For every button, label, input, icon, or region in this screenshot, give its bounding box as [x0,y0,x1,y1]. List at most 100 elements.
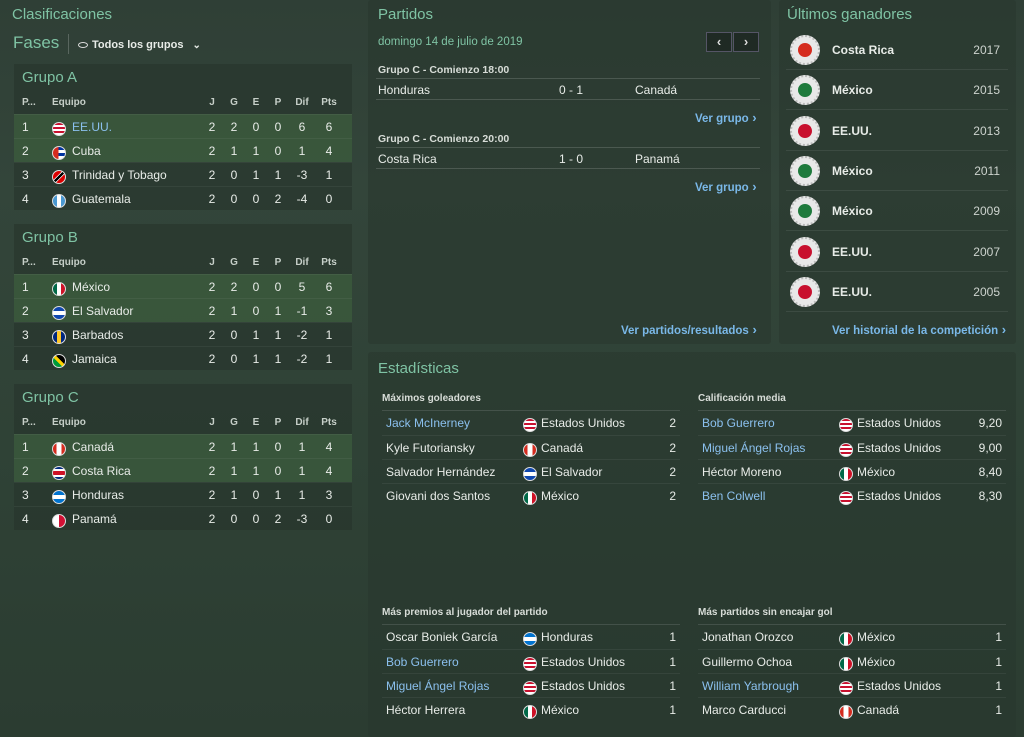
header-e[interactable]: E [246,412,266,434]
prev-date-button[interactable]: ‹ [706,32,732,52]
header-dif[interactable]: Dif [290,92,314,114]
header-e[interactable]: E [246,92,266,114]
table-row[interactable]: 4 Panamá 2 0 0 2 -3 0 [14,506,352,530]
header-p[interactable]: P [268,252,288,274]
match-score[interactable]: 0 - 1 [546,79,596,101]
player-name[interactable]: Jonathan Orozco [702,625,793,649]
player-name[interactable]: Bob Guerrero [702,411,775,435]
header-j[interactable]: J [202,412,222,434]
header-team[interactable]: Equipo [52,252,86,274]
stat-row[interactable]: Salvador Hernández El Salvador 2 [382,459,680,483]
team-name[interactable]: Honduras [72,483,124,507]
team-name[interactable]: Trinidad y Tobago [72,163,167,187]
winner-row[interactable]: EE.UU. 2005 [786,272,1008,312]
away-team[interactable]: Canadá [635,79,677,101]
team-name[interactable]: Canadá [72,435,114,459]
header-p[interactable]: P [268,92,288,114]
match-row[interactable]: Honduras 0 - 1 Canadá [376,78,760,100]
stat-row[interactable]: Jonathan Orozco México 1 [698,625,1006,649]
player-name[interactable]: Jack McInerney [386,411,470,435]
header-pos[interactable]: P... [22,412,36,434]
group-filter-dropdown[interactable]: Todos los grupos ⌄ [78,36,201,54]
stat-row[interactable]: Héctor Herrera México 1 [382,697,680,721]
table-row[interactable]: 1 Canadá 2 1 1 0 1 4 [14,434,352,458]
view-group-link[interactable]: Ver grupo [695,179,757,194]
table-row[interactable]: 2 Cuba 2 1 1 0 1 4 [14,138,352,162]
player-name[interactable]: Marco Carducci [702,698,786,722]
winner-row[interactable]: México 2009 [786,191,1008,232]
table-row[interactable]: 3 Barbados 2 0 1 1 -2 1 [14,322,352,346]
away-team[interactable]: Panamá [635,148,680,170]
header-j[interactable]: J [202,252,222,274]
player-name[interactable]: Miguel Ángel Rojas [386,674,489,698]
table-row[interactable]: 2 El Salvador 2 1 0 1 -1 3 [14,298,352,322]
stat-row[interactable]: Bob Guerrero Estados Unidos 1 [382,649,680,673]
player-name[interactable]: Miguel Ángel Rojas [702,436,805,460]
stat-row[interactable]: Guillermo Ochoa México 1 [698,649,1006,673]
team-name[interactable]: Costa Rica [72,459,131,483]
stat-row[interactable]: Marco Carducci Canadá 1 [698,697,1006,721]
winner-row[interactable]: EE.UU. 2013 [786,111,1008,151]
header-pos[interactable]: P... [22,92,36,114]
team-name[interactable]: México [72,275,110,299]
table-row[interactable]: 4 Guatemala 2 0 0 2 -4 0 [14,186,352,210]
player-name[interactable]: Bob Guerrero [386,650,459,674]
header-team[interactable]: Equipo [52,412,86,434]
table-row[interactable]: 1 México 2 2 0 0 5 6 [14,274,352,298]
header-dif[interactable]: Dif [290,412,314,434]
player-name[interactable]: Ben Colwell [702,484,765,508]
stat-row[interactable]: Héctor Moreno México 8,40 [698,459,1006,483]
team-name[interactable]: Guatemala [72,187,131,211]
team-name[interactable]: El Salvador [72,299,133,323]
stat-row[interactable]: William Yarbrough Estados Unidos 1 [698,673,1006,697]
table-row[interactable]: 2 Costa Rica 2 1 1 0 1 4 [14,458,352,482]
winner-row[interactable]: México 2011 [786,151,1008,191]
next-date-button[interactable]: › [733,32,759,52]
player-name[interactable]: Salvador Hernández [386,460,495,484]
stat-row[interactable]: Miguel Ángel Rojas Estados Unidos 9,00 [698,435,1006,459]
competition-history-link[interactable]: Ver historial de la competición [832,322,1006,337]
header-e[interactable]: E [246,252,266,274]
player-name[interactable]: Kyle Futoriansky [386,436,475,460]
player-name[interactable]: William Yarbrough [702,674,799,698]
table-row[interactable]: 3 Trinidad y Tobago 2 0 1 1 -3 1 [14,162,352,186]
stat-row[interactable]: Jack McInerney Estados Unidos 2 [382,411,680,435]
header-g[interactable]: G [224,412,244,434]
team-name[interactable]: Cuba [72,139,101,163]
player-name[interactable]: Giovani dos Santos [386,484,490,508]
winner-row[interactable]: México 2015 [786,70,1008,111]
team-name[interactable]: EE.UU. [72,115,112,139]
team-name[interactable]: Panamá [72,507,117,531]
winner-row[interactable]: Costa Rica 2017 [786,30,1008,70]
header-team[interactable]: Equipo [52,92,86,114]
table-row[interactable]: 3 Honduras 2 1 0 1 1 3 [14,482,352,506]
table-row[interactable]: 1 EE.UU. 2 2 0 0 6 6 [14,114,352,138]
stat-row[interactable]: Miguel Ángel Rojas Estados Unidos 1 [382,673,680,697]
winner-row[interactable]: EE.UU. 2007 [786,232,1008,272]
player-name[interactable]: Héctor Moreno [702,460,781,484]
team-name[interactable]: Barbados [72,323,123,347]
header-p[interactable]: P [268,412,288,434]
header-j[interactable]: J [202,92,222,114]
header-g[interactable]: G [224,252,244,274]
player-name[interactable]: Héctor Herrera [386,698,465,722]
player-name[interactable]: Guillermo Ochoa [702,650,792,674]
stat-row[interactable]: Giovani dos Santos México 2 [382,483,680,507]
match-score[interactable]: 1 - 0 [546,148,596,170]
stat-row[interactable]: Oscar Boniek García Honduras 1 [382,625,680,649]
player-name[interactable]: Oscar Boniek García [386,625,497,649]
header-dif[interactable]: Dif [290,252,314,274]
header-pts[interactable]: Pts [318,412,340,434]
view-group-link[interactable]: Ver grupo [695,110,757,125]
stat-row[interactable]: Bob Guerrero Estados Unidos 9,20 [698,411,1006,435]
table-row[interactable]: 4 Jamaica 2 0 1 1 -2 1 [14,346,352,370]
stat-row[interactable]: Ben Colwell Estados Unidos 8,30 [698,483,1006,507]
header-pts[interactable]: Pts [318,92,340,114]
header-pos[interactable]: P... [22,252,36,274]
all-matches-link[interactable]: Ver partidos/resultados [621,322,757,337]
home-team[interactable]: Honduras [378,79,430,101]
header-pts[interactable]: Pts [318,252,340,274]
header-g[interactable]: G [224,92,244,114]
match-row[interactable]: Costa Rica 1 - 0 Panamá [376,147,760,169]
team-name[interactable]: Jamaica [72,347,117,371]
